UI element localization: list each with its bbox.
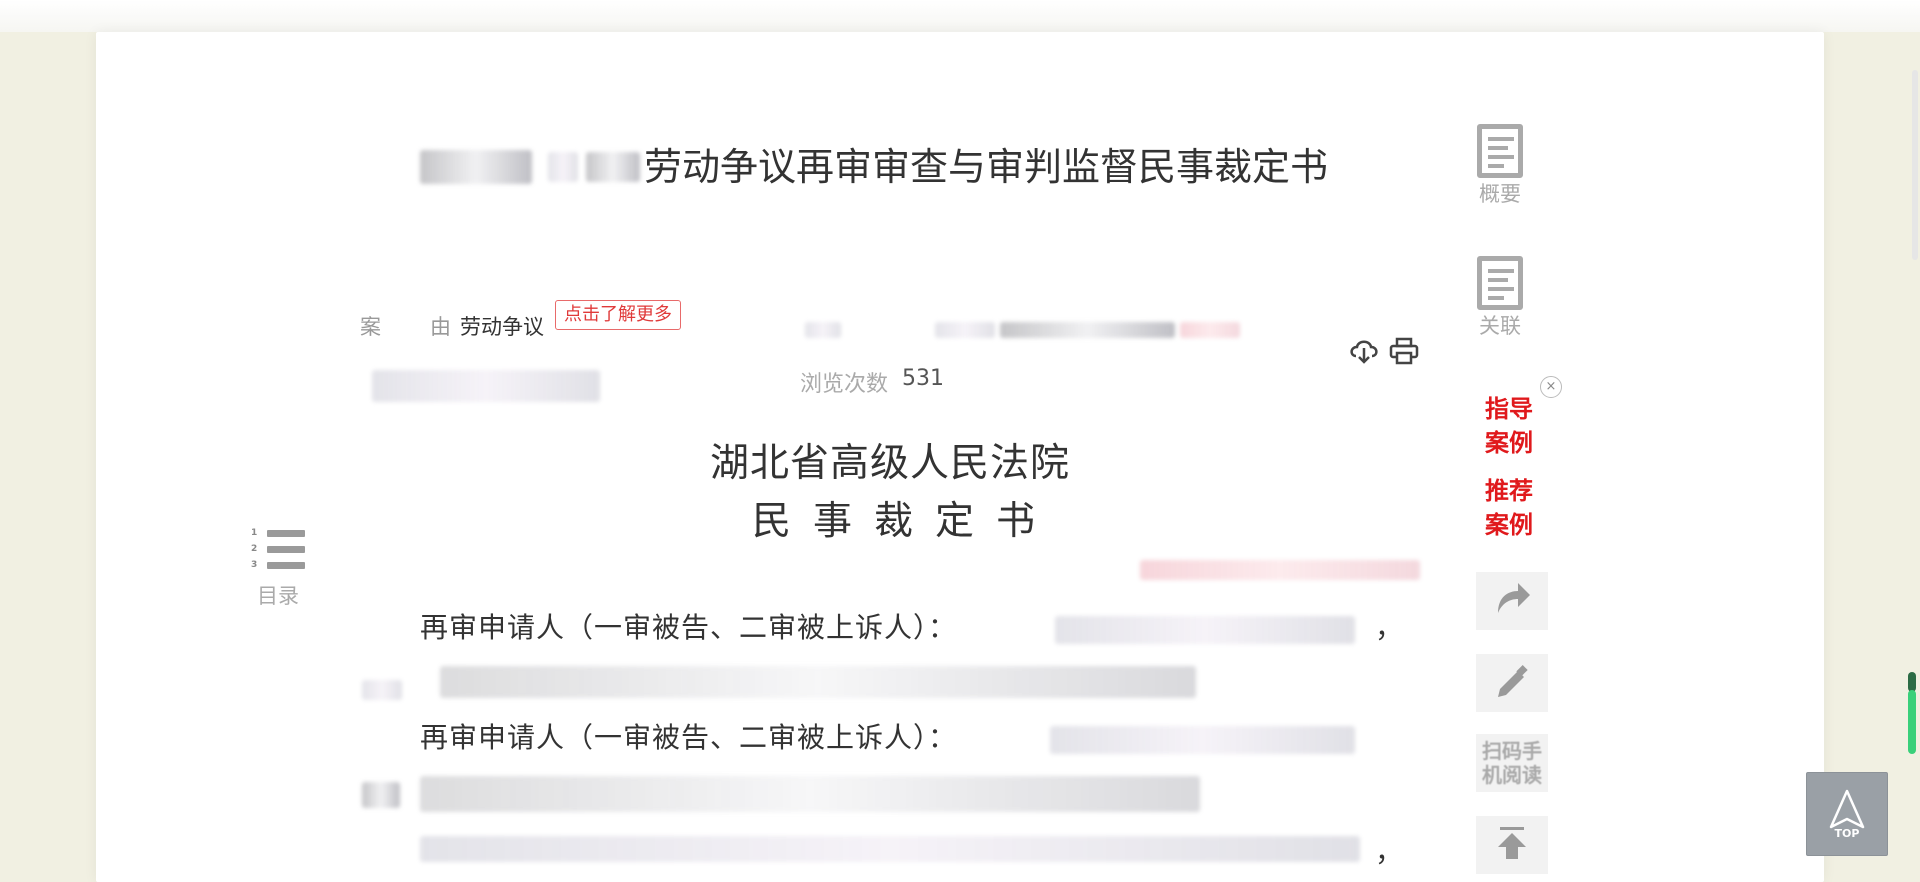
document-icon bbox=[1477, 124, 1523, 178]
guide-cases-link[interactable]: 指导 案例 bbox=[1474, 392, 1544, 460]
toc-label: 目录 bbox=[257, 584, 299, 608]
view-count-value: 531 bbox=[902, 366, 944, 391]
redacted-party-name bbox=[1055, 616, 1355, 644]
party-paragraph: 再审申请人（一审被告、二审被上诉人）： bbox=[420, 611, 958, 644]
qr-label-line1: 扫码手 bbox=[1482, 739, 1542, 763]
scrollbar-handle-top[interactable] bbox=[1908, 672, 1916, 692]
numbered-list-icon: 1 2 3 bbox=[249, 528, 307, 580]
cause-value: 劳动争议 bbox=[460, 315, 544, 339]
back-to-top-button[interactable]: TOP bbox=[1806, 772, 1888, 856]
redacted-party-name bbox=[586, 152, 640, 182]
redacted-meta bbox=[935, 322, 995, 338]
redacted-party-detail bbox=[362, 680, 402, 700]
redacted-party-detail bbox=[420, 836, 1360, 862]
guide-cases-line2: 案例 bbox=[1485, 429, 1533, 457]
download-cloud-icon[interactable] bbox=[1348, 336, 1380, 366]
redacted-party-detail bbox=[420, 776, 1200, 812]
cause-label-1: 案 bbox=[360, 315, 381, 339]
redacted-party-detail bbox=[362, 782, 400, 808]
scroll-up-button[interactable] bbox=[1476, 816, 1548, 874]
cause-label-2: 由 bbox=[430, 315, 451, 339]
related-button[interactable]: 关联 bbox=[1465, 256, 1535, 340]
redacted-party-name bbox=[1050, 726, 1355, 754]
document-icon bbox=[1477, 256, 1523, 310]
recommended-cases-link[interactable]: 推荐 案例 bbox=[1474, 474, 1544, 542]
up-arrow-icon bbox=[1492, 823, 1532, 867]
recommended-cases-line2: 案例 bbox=[1485, 511, 1533, 539]
document-title: 劳动争议再审审查与审判监督民事裁定书 bbox=[420, 142, 1380, 192]
print-icon[interactable] bbox=[1388, 336, 1420, 366]
summary-button[interactable]: 概要 bbox=[1465, 124, 1535, 208]
edit-button[interactable] bbox=[1476, 654, 1548, 712]
redacted-party-name bbox=[420, 150, 532, 184]
scrollbar-thumb[interactable] bbox=[1908, 690, 1916, 754]
recommended-cases-line1: 推荐 bbox=[1485, 477, 1533, 505]
share-button[interactable] bbox=[1476, 572, 1548, 630]
learn-more-button[interactable]: 点击了解更多 bbox=[555, 300, 681, 330]
browser-top-strip bbox=[0, 0, 1920, 32]
document-type: 民事裁定书 bbox=[752, 499, 1058, 544]
redacted-meta bbox=[1000, 322, 1175, 338]
qr-label-line2: 机阅读 bbox=[1482, 763, 1542, 787]
redacted-meta bbox=[372, 370, 600, 402]
redacted-party-detail bbox=[440, 666, 1196, 698]
redacted-party-name bbox=[548, 152, 578, 182]
share-arrow-icon bbox=[1492, 579, 1532, 623]
redacted-meta bbox=[805, 322, 841, 338]
comma: ， bbox=[1375, 611, 1404, 644]
related-label: 关联 bbox=[1479, 314, 1521, 338]
redacted-seal bbox=[1140, 560, 1420, 580]
party-paragraph: 再审申请人（一审被告、二审被上诉人）： bbox=[420, 721, 958, 754]
redacted-meta bbox=[1180, 322, 1240, 338]
summary-label: 概要 bbox=[1479, 182, 1521, 206]
document-title-text: 劳动争议再审审查与审判监督民事裁定书 bbox=[644, 145, 1329, 189]
court-name: 湖北省高级人民法院 bbox=[710, 441, 1071, 486]
pencil-icon bbox=[1492, 661, 1532, 705]
qr-mobile-read-button[interactable]: 扫码手 机阅读 bbox=[1476, 734, 1548, 792]
guide-cases-line1: 指导 bbox=[1485, 395, 1533, 423]
view-count-label: 浏览次数 bbox=[800, 372, 889, 397]
comma: ， bbox=[1375, 835, 1404, 868]
toc-button[interactable]: 1 2 3 目录 bbox=[246, 528, 310, 610]
top-label: TOP bbox=[1834, 826, 1860, 840]
scrollbar-track[interactable] bbox=[1912, 70, 1918, 260]
